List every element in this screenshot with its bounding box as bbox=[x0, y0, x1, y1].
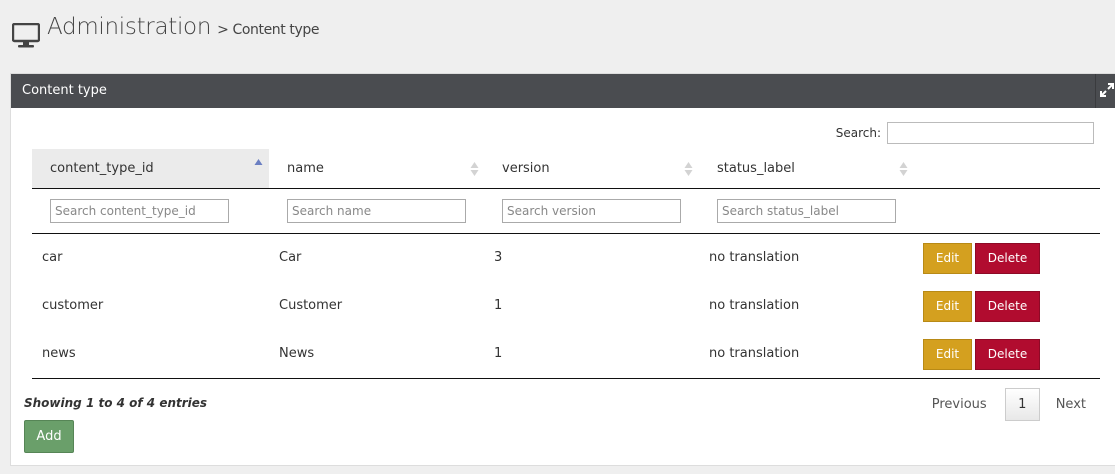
delete-button[interactable]: Delete bbox=[975, 339, 1040, 370]
column-header-version[interactable]: version bbox=[484, 149, 699, 188]
panel-heading-divider bbox=[1095, 74, 1096, 108]
breadcrumb[interactable]: > Content type bbox=[217, 22, 319, 38]
previous-page-button[interactable]: Previous bbox=[932, 397, 987, 412]
column-header-status-label[interactable]: status_label bbox=[699, 149, 914, 188]
cell-name: Car bbox=[279, 250, 302, 265]
page-1-button[interactable]: 1 bbox=[1004, 388, 1040, 421]
delete-button[interactable]: Delete bbox=[975, 243, 1040, 274]
cell-status-label: no translation bbox=[709, 346, 800, 361]
cell-version: 1 bbox=[494, 298, 503, 313]
sort-both-icon bbox=[470, 162, 479, 176]
sort-both-icon bbox=[899, 162, 908, 176]
cell-name: Customer bbox=[279, 298, 343, 313]
cell-content-type-id: car bbox=[42, 250, 63, 265]
table-row: news News 1 no translation Edit Delete bbox=[32, 330, 1100, 378]
sort-both-icon bbox=[684, 162, 693, 176]
expand-icon[interactable] bbox=[1100, 83, 1114, 97]
column-header-content-type-id[interactable]: content_type_id bbox=[32, 149, 269, 188]
column-header-label: status_label bbox=[717, 161, 795, 176]
column-header-name[interactable]: name bbox=[269, 149, 484, 188]
column-header-label: name bbox=[287, 161, 324, 176]
column-header-label: version bbox=[502, 161, 550, 176]
page-title: Administration bbox=[47, 14, 212, 40]
edit-button[interactable]: Edit bbox=[923, 291, 972, 322]
table-row: car Car 3 no translation Edit Delete bbox=[32, 234, 1100, 282]
content-type-panel: Content type Search: content_type_id nam… bbox=[10, 73, 1115, 466]
next-page-button[interactable]: Next bbox=[1056, 397, 1086, 412]
content-type-table: content_type_id name version status_labe… bbox=[32, 149, 1100, 379]
filter-version-input[interactable] bbox=[502, 199, 681, 223]
cell-content-type-id: news bbox=[42, 346, 76, 361]
cell-content-type-id: customer bbox=[42, 298, 104, 313]
cell-version: 1 bbox=[494, 346, 503, 361]
monitor-icon bbox=[12, 23, 40, 48]
edit-button[interactable]: Edit bbox=[923, 243, 972, 274]
page-header: Administration > Content type bbox=[12, 14, 319, 54]
column-header-label: content_type_id bbox=[50, 161, 154, 176]
table-row: customer Customer 1 no translation Edit … bbox=[32, 282, 1100, 330]
search-input[interactable] bbox=[887, 122, 1094, 144]
filter-name-input[interactable] bbox=[287, 199, 466, 223]
edit-button[interactable]: Edit bbox=[923, 339, 972, 370]
search-row: Search: bbox=[836, 122, 1094, 144]
add-button[interactable]: Add bbox=[24, 420, 74, 453]
panel-heading: Content type bbox=[11, 74, 1115, 108]
sort-asc-icon bbox=[254, 159, 263, 165]
table-bottom-border bbox=[32, 378, 1100, 379]
table-header: content_type_id name version status_labe… bbox=[32, 149, 1100, 189]
cell-name: News bbox=[279, 346, 315, 361]
delete-button[interactable]: Delete bbox=[975, 291, 1040, 322]
cell-version: 3 bbox=[494, 250, 503, 265]
pagination: Previous 1 Next bbox=[932, 388, 1086, 421]
cell-status-label: no translation bbox=[709, 298, 800, 313]
search-label: Search: bbox=[835, 126, 881, 140]
panel-title: Content type bbox=[22, 83, 107, 98]
filter-row bbox=[32, 189, 1100, 234]
filter-content-type-id-input[interactable] bbox=[50, 199, 229, 223]
table-info: Showing 1 to 4 of 4 entries bbox=[24, 396, 208, 410]
cell-status-label: no translation bbox=[709, 250, 800, 265]
filter-status-label-input[interactable] bbox=[717, 199, 896, 223]
